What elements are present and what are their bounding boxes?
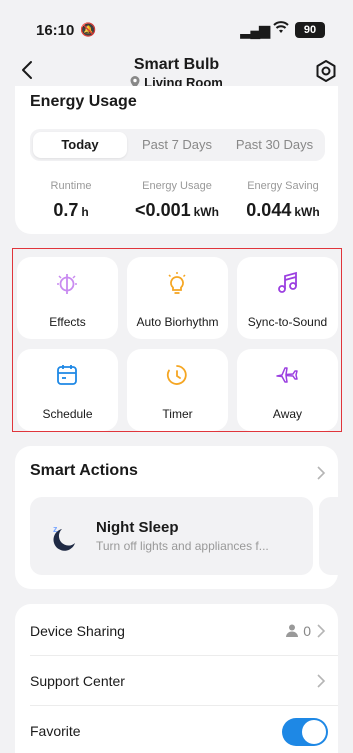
mute-bell-icon: 🔕: [80, 22, 97, 37]
sync-to-sound-label: Sync-to-Sound: [247, 315, 328, 329]
support-center-label: Support Center: [30, 673, 125, 689]
favorite-row: Favorite: [15, 706, 338, 753]
tab-past-30-days[interactable]: Past 30 Days: [227, 132, 322, 158]
settings-list-card: Device Sharing 0 Support Center Favorite: [15, 604, 338, 753]
schedule-label: Schedule: [42, 407, 93, 421]
wifi-icon: [273, 20, 289, 37]
settings-button[interactable]: [313, 58, 339, 84]
favorite-toggle[interactable]: [282, 718, 328, 746]
schedule-button[interactable]: Schedule: [17, 349, 118, 431]
chevron-right-icon[interactable]: [316, 466, 326, 480]
energy-saving-number: 0.044: [246, 200, 292, 220]
moon-sleep-icon: z: [53, 524, 75, 551]
status-bar: 16:10 🔕 ▂▄▆ 90: [0, 0, 353, 44]
auto-biorhythm-label: Auto Biorhythm: [136, 315, 219, 329]
away-label: Away: [272, 407, 303, 421]
favorite-label: Favorite: [30, 723, 81, 739]
energy-usage-card: Energy Usage Today Past 7 Days Past 30 D…: [15, 86, 338, 234]
tab-today[interactable]: Today: [33, 132, 127, 158]
page-title: Smart Bulb: [133, 56, 220, 73]
calendar-icon: [57, 365, 77, 385]
toggle-knob: [302, 720, 326, 744]
energy-saving-unit: kWh: [294, 205, 320, 219]
scene-card-night-sleep[interactable]: z Night Sleep Turn off lights and applia…: [30, 497, 313, 575]
timer-icon: [166, 365, 187, 385]
runtime-value: 0.7 h: [16, 200, 126, 221]
battery-icon: 90: [295, 22, 325, 38]
auto-biorhythm-button[interactable]: Auto Biorhythm: [127, 257, 228, 339]
energy-saving-value: 0.044 kWh: [228, 200, 338, 221]
bulb-icon: [168, 272, 186, 294]
energy-saving-label: Energy Saving: [247, 180, 319, 192]
device-sharing-label: Device Sharing: [30, 623, 125, 639]
runtime-unit: h: [81, 205, 89, 219]
scene-card-next[interactable]: [319, 497, 338, 575]
svg-text:z: z: [53, 524, 58, 534]
effects-label: Effects: [49, 315, 86, 329]
settings-hexagon-icon: [316, 60, 336, 82]
timer-label: Timer: [162, 407, 193, 421]
support-center-row[interactable]: Support Center: [15, 656, 338, 706]
runtime-number: 0.7: [53, 200, 79, 220]
tab-past-7-days[interactable]: Past 7 Days: [130, 132, 224, 158]
sync-to-sound-button[interactable]: Sync-to-Sound: [237, 257, 338, 339]
status-time: 16:10: [36, 22, 75, 39]
energy-usage-label: Energy Usage: [142, 180, 212, 192]
energy-usage-number: <0.001: [135, 200, 191, 220]
chevron-right-icon: [317, 674, 326, 688]
cellular-signal-icon: ▂▄▆: [240, 22, 270, 38]
smart-actions-card: Smart Actions z Night Sleep Turn off lig…: [15, 446, 338, 589]
smart-actions-title[interactable]: Smart Actions: [30, 462, 138, 480]
energy-usage-unit: kWh: [193, 205, 219, 219]
effects-icon: [57, 274, 77, 294]
timer-button[interactable]: Timer: [127, 349, 228, 431]
energy-usage-title: Energy Usage: [30, 93, 137, 110]
feature-grid: Effects Auto Biorhythm Sync-to-Sound Sch…: [12, 248, 342, 432]
chevron-right-icon: [317, 624, 326, 638]
effects-button[interactable]: Effects: [17, 257, 118, 339]
away-button[interactable]: Away: [237, 349, 338, 431]
device-sharing-row[interactable]: Device Sharing 0: [15, 606, 338, 656]
person-icon: [286, 624, 298, 637]
period-tabs: Today Past 7 Days Past 30 Days: [30, 129, 325, 161]
runtime-label: Runtime: [50, 180, 92, 192]
sharing-count: 0: [303, 623, 311, 639]
music-icon: [278, 271, 297, 293]
plane-icon: [276, 367, 298, 383]
scene-name: Night Sleep: [96, 519, 179, 536]
scene-description: Turn off lights and appliances f...: [96, 539, 269, 553]
energy-usage-value: <0.001 kWh: [122, 200, 232, 221]
